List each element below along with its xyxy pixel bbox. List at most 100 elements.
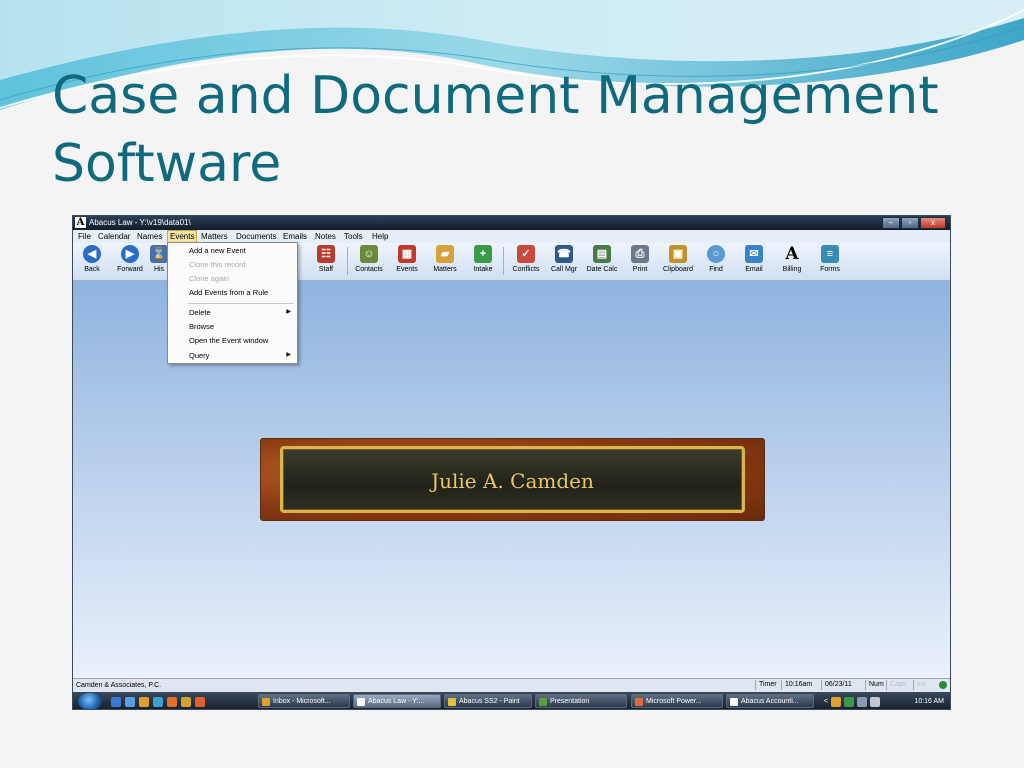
email-button[interactable]: ✉ Email (734, 244, 774, 278)
toolbar-label: Events (396, 266, 418, 273)
status-timer[interactable]: Timer (755, 680, 780, 690)
ie-icon[interactable] (153, 697, 163, 707)
find-button[interactable]: ○ Find (696, 244, 736, 278)
menu-item-label: Add Events from a Rule (189, 288, 269, 297)
status-num-lock: Num (865, 680, 887, 690)
title-bar[interactable]: A Abacus Law - Y:\v19\data01\ – ▫ x (73, 216, 950, 230)
menu-add-new-event[interactable]: Add a new Event (189, 244, 295, 257)
status-bar: Camden & Associates, P.C. Timer 10:16am … (73, 678, 950, 692)
powerpoint-icon (635, 698, 643, 706)
menu-names[interactable]: Names (135, 230, 164, 243)
taskbar-item-powerpoint[interactable]: Microsoft Power... (631, 694, 723, 708)
menu-notes[interactable]: Notes (313, 230, 338, 243)
menu-clone-record: Clone this record (189, 258, 295, 271)
date-calc-button[interactable]: ▤ Date Calc (582, 244, 622, 278)
name-plaque: Julie A. Camden (260, 438, 765, 521)
contacts-icon: ☺ (360, 245, 378, 263)
events-button[interactable]: ▦ Events (387, 244, 427, 278)
conflicts-icon: ✓ (517, 245, 535, 263)
app-window: A Abacus Law - Y:\v19\data01\ – ▫ x File… (72, 215, 951, 710)
menu-add-events-from-rule[interactable]: Add Events from a Rule (189, 286, 295, 299)
tray-icon[interactable] (831, 697, 841, 707)
toolbar-label: Staff (318, 266, 334, 273)
tray-expand-icon[interactable]: < (824, 692, 828, 709)
status-insert: Ins (913, 680, 929, 690)
toolbar-label: Forward (117, 266, 143, 273)
plaque-panel: Julie A. Camden (280, 446, 745, 513)
firefox-icon[interactable] (167, 697, 177, 707)
network-icon[interactable] (857, 697, 867, 707)
quicklaunch-icon[interactable] (195, 697, 205, 707)
toolbar-label: Back (84, 266, 100, 273)
task-label: Inbox - Microsoft... (273, 698, 331, 705)
menu-calendar[interactable]: Calendar (96, 230, 132, 243)
menu-help[interactable]: Help (370, 230, 390, 243)
task-label: Abacus Accounti... (741, 698, 799, 705)
plaque-name: Julie A. Camden (431, 469, 594, 493)
toolbar-label: Email (745, 266, 763, 273)
explorer-icon[interactable] (125, 697, 135, 707)
back-button[interactable]: ◀ Back (73, 244, 112, 278)
menu-item-label: Open the Event window (189, 336, 269, 345)
quicklaunch-icon[interactable] (181, 697, 191, 707)
staff-icon: ☷ (317, 245, 335, 263)
menu-query[interactable]: Query ▶ (189, 349, 295, 362)
print-button[interactable]: ⎙ Print (620, 244, 660, 278)
clipboard-button[interactable]: ▣ Clipboard (658, 244, 698, 278)
toolbar-label: Matters (433, 266, 457, 273)
status-caps-lock: Caps (886, 680, 909, 690)
magnifier-icon: ○ (707, 245, 725, 263)
clipboard-icon: ▣ (669, 245, 687, 263)
forward-button[interactable]: ▶ Forward (110, 244, 150, 278)
slide-title: Case and Document Management Software (52, 66, 939, 194)
tray-clock[interactable]: 10:16 AM (914, 692, 944, 709)
outlook-icon[interactable] (139, 697, 149, 707)
taskbar-item-inbox[interactable]: Inbox - Microsoft... (258, 694, 350, 708)
menu-item-label: Clone this record (189, 260, 246, 269)
toolbar-label: Print (632, 266, 648, 273)
task-label: Presentation (550, 698, 590, 705)
minimize-button[interactable]: – (882, 217, 900, 229)
abacus-app-icon (730, 698, 738, 706)
forms-button[interactable]: ≡ Forms (810, 244, 850, 278)
forward-arrow-icon: ▶ (121, 245, 139, 263)
history-icon: ⌛ (150, 245, 168, 263)
task-label: Abacus Law - Y:... (368, 698, 425, 705)
menu-item-label: Browse (189, 322, 215, 331)
toolbar-label: Contacts (355, 266, 383, 273)
printer-icon: ⎙ (631, 245, 649, 263)
window-controls: – ▫ x (881, 217, 946, 229)
toolbar-label: Call Mgr (550, 266, 578, 273)
staff-button[interactable]: ☷ Staff (306, 244, 346, 278)
call-manager-button[interactable]: ☎ Call Mgr (544, 244, 584, 278)
taskbar-item-paint[interactable]: Abacus SS2 - Paint (444, 694, 532, 708)
toolbar-label: Find (709, 266, 723, 273)
contacts-button[interactable]: ☺ Contacts (349, 244, 389, 278)
submenu-arrow-icon: ▶ (286, 309, 291, 315)
maximize-button[interactable]: ▫ (901, 217, 919, 229)
tray-icon[interactable] (844, 697, 854, 707)
status-indicator-icon (939, 681, 947, 689)
date-calculator-icon: ▤ (593, 245, 611, 263)
billing-button[interactable]: A Billing (772, 244, 812, 278)
conflicts-button[interactable]: ✓ Conflicts (506, 244, 546, 278)
menu-item-label: Add a new Event (189, 246, 246, 255)
volume-icon[interactable] (870, 697, 880, 707)
start-button[interactable] (78, 693, 102, 709)
menu-browse[interactable]: Browse (189, 320, 295, 333)
toolbar-label: Date Calc (586, 266, 618, 273)
menu-tools[interactable]: Tools (342, 230, 365, 243)
taskbar-item-abacus-accounting[interactable]: Abacus Accounti... (726, 694, 814, 708)
show-desktop-icon[interactable] (111, 697, 121, 707)
abacus-app-icon: A (75, 217, 86, 228)
status-time: 10:16am (781, 680, 815, 690)
matters-button[interactable]: ▰ Matters (425, 244, 465, 278)
taskbar-item-abacus-law[interactable]: Abacus Law - Y:... (353, 694, 441, 708)
menu-file[interactable]: File (76, 230, 93, 243)
menu-delete[interactable]: Delete ▶ (189, 306, 295, 319)
menu-open-event-window[interactable]: Open the Event window (189, 334, 295, 347)
taskbar-item-presentation[interactable]: Presentation (535, 694, 627, 708)
paint-icon (448, 698, 456, 706)
intake-button[interactable]: + Intake (463, 244, 503, 278)
close-button[interactable]: x (920, 217, 946, 229)
